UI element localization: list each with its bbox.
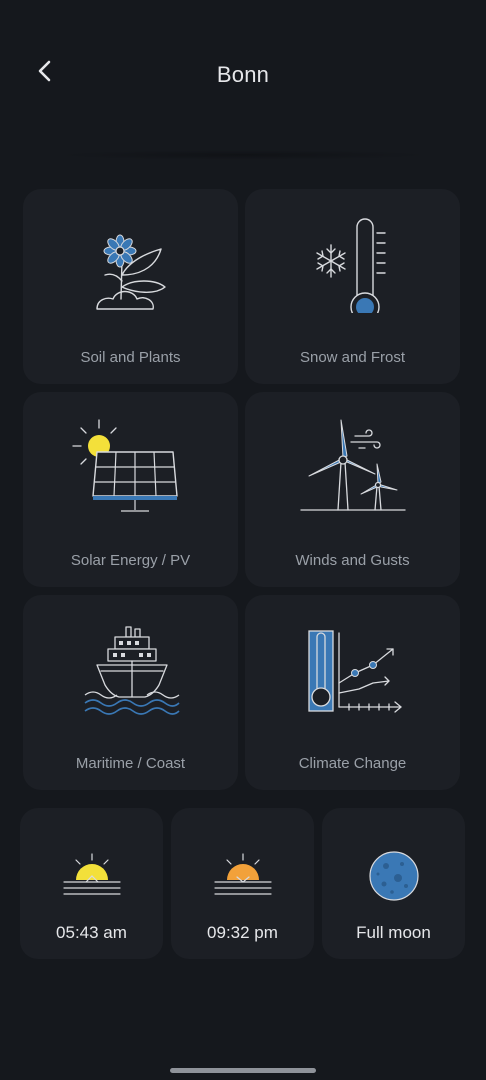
header-divider	[50, 150, 436, 160]
sunset-icon	[213, 853, 272, 895]
sunset-time: 09:32 pm	[207, 923, 278, 942]
moon-phase-label: Full moon	[356, 923, 431, 942]
snowflake-thermometer-icon	[315, 218, 386, 313]
sunset-tile[interactable]: 09:32 pm	[171, 808, 314, 959]
tile-solar-energy[interactable]: Solar Energy / PV	[23, 392, 238, 587]
tile-winds-and-gusts[interactable]: Winds and Gusts	[245, 392, 460, 587]
category-grid: Soil and Plants Snow and Frost Solar Ene…	[23, 189, 461, 790]
sunrise-icon	[62, 853, 121, 895]
full-moon-icon	[368, 851, 419, 901]
tile-label: Solar Energy / PV	[70, 552, 191, 569]
moon-phase-tile[interactable]: Full moon	[322, 808, 465, 959]
tile-label: Snow and Frost	[299, 349, 406, 366]
plant-flower-icon	[95, 234, 166, 310]
sunrise-tile[interactable]: 05:43 am	[20, 808, 163, 959]
tile-label: Climate Change	[298, 755, 407, 772]
thermometer-chart-icon	[307, 630, 402, 713]
tile-climate-change[interactable]: Climate Change	[245, 595, 460, 790]
ship-icon	[84, 626, 180, 715]
tile-label: Winds and Gusts	[295, 552, 410, 569]
wind-turbine-icon	[299, 419, 406, 511]
page-title: Bonn	[216, 62, 270, 87]
tile-label: Maritime / Coast	[75, 755, 186, 772]
tile-maritime-coast[interactable]: Maritime / Coast	[23, 595, 238, 790]
tile-soil-and-plants[interactable]: Soil and Plants	[23, 189, 238, 384]
solar-panel-icon	[71, 419, 178, 512]
home-indicator[interactable]	[170, 1068, 316, 1073]
sunrise-time: 05:43 am	[56, 923, 127, 942]
header: Bonn	[0, 0, 486, 140]
tile-snow-and-frost[interactable]: Snow and Frost	[245, 189, 460, 384]
tile-label: Soil and Plants	[80, 349, 181, 366]
sun-moon-row: 05:43 am 09:32 pm Full moon	[20, 808, 466, 959]
